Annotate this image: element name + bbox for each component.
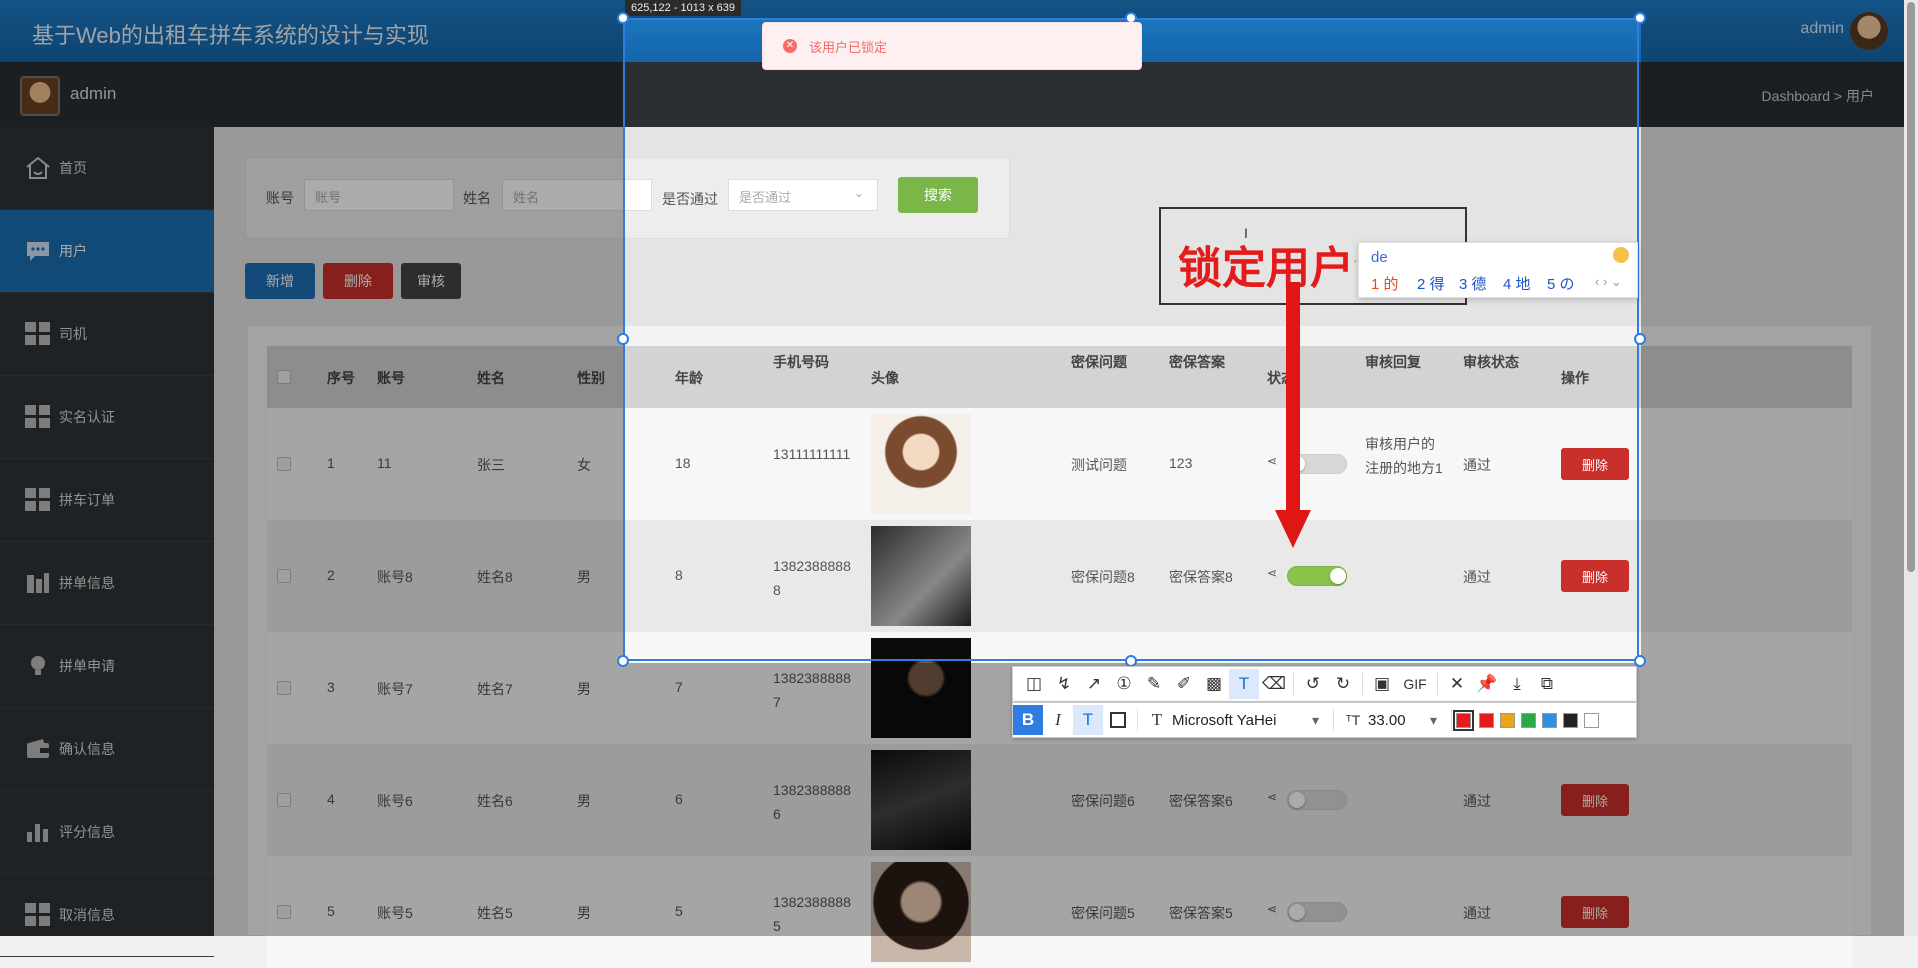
marker-tool-icon[interactable]: ✐ <box>1169 669 1199 699</box>
resize-handle[interactable] <box>1634 333 1646 345</box>
ime-typed-text: de <box>1371 249 1388 266</box>
undo-icon[interactable]: ↺ <box>1298 669 1328 699</box>
text-cursor-icon: I <box>1244 225 1248 241</box>
dim-overlay <box>1641 0 1918 936</box>
font-icon: T <box>1151 710 1163 729</box>
dim-overlay <box>0 0 623 936</box>
screenshot-toolbar: ◫ ↯ ↗ ① ✎ ✐ ▩ T ⌫ ↺ ↻ ▣ GIF ✕ 📌 ⤓ ⧉ <box>1012 666 1637 702</box>
download-icon[interactable]: ⤓ <box>1502 669 1532 699</box>
italic-icon[interactable]: I <box>1043 705 1073 735</box>
font-family-select[interactable]: Microsoft YaHei <box>1172 712 1312 729</box>
ime-candidate-popup: de 1 的 2 得 3 德 4 地 5 の ‹ › ⌄ <box>1358 242 1638 298</box>
ime-candidate[interactable]: 1 的 <box>1371 273 1399 294</box>
color-swatch[interactable] <box>1521 712 1537 728</box>
scrollbar-thumb[interactable] <box>1907 2 1915 572</box>
color-swatch[interactable] <box>1500 712 1516 728</box>
text-outline-icon[interactable]: T <box>1073 705 1103 735</box>
chevron-down-icon[interactable]: ▾ <box>1312 712 1319 729</box>
pin-icon[interactable]: 📌 <box>1472 669 1502 699</box>
error-toast: ✕ 该用户已锁定 <box>762 22 1142 70</box>
annotation-text[interactable]: 锁定用户注册 <box>1178 232 1356 296</box>
copy-icon[interactable]: ⧉ <box>1532 669 1562 699</box>
pen-tool-icon[interactable]: ✎ <box>1139 669 1169 699</box>
capture-selection[interactable] <box>623 18 1639 661</box>
ime-candidate[interactable]: 3 德 <box>1459 273 1487 294</box>
color-swatch[interactable] <box>1479 712 1495 728</box>
ime-candidate[interactable]: 5 の <box>1547 273 1575 294</box>
arrow-head-icon <box>1275 510 1311 548</box>
color-swatch[interactable] <box>1563 712 1579 728</box>
ime-page-arrows-icon[interactable]: ‹ › ⌄ <box>1595 274 1622 290</box>
curve-tool-icon[interactable]: ↯ <box>1049 669 1079 699</box>
shape-tool-icon[interactable]: ◫ <box>1019 669 1049 699</box>
ocr-icon[interactable]: ▣ <box>1367 669 1397 699</box>
close-icon[interactable]: ✕ <box>1442 669 1472 699</box>
text-style-toolbar: B I T T Microsoft YaHei ▾ ᵀT 33.00 ▾ <box>1012 702 1637 738</box>
font-size-icon: ᵀT <box>1345 712 1361 728</box>
page-scrollbar[interactable] <box>1904 0 1918 936</box>
number-tool-icon[interactable]: ① <box>1109 669 1139 699</box>
font-size-input[interactable]: 33.00 <box>1368 712 1430 729</box>
color-swatch[interactable] <box>1584 712 1600 728</box>
selection-size-badge: 625,122 - 1013 x 639 <box>625 0 741 16</box>
mosaic-tool-icon[interactable]: ▩ <box>1199 669 1229 699</box>
text-background-icon[interactable] <box>1103 705 1133 735</box>
chevron-down-icon[interactable]: ▾ <box>1430 712 1437 729</box>
resize-handle[interactable] <box>617 655 629 667</box>
ime-candidate[interactable]: 4 地 <box>1503 273 1531 294</box>
ime-logo-icon <box>1613 247 1629 263</box>
resize-handle[interactable] <box>617 333 629 345</box>
annotation-arrow[interactable] <box>1286 282 1300 518</box>
color-swatch[interactable] <box>1542 712 1558 728</box>
resize-handle[interactable] <box>617 12 629 24</box>
resize-handle[interactable] <box>1634 12 1646 24</box>
toast-message: 该用户已锁定 <box>809 39 888 55</box>
arrow-tool-icon[interactable]: ↗ <box>1079 669 1109 699</box>
gif-button[interactable]: GIF <box>1397 669 1433 699</box>
error-icon: ✕ <box>783 39 797 53</box>
color-palette <box>1453 709 1605 731</box>
color-swatch[interactable] <box>1453 709 1475 731</box>
bold-icon[interactable]: B <box>1013 705 1043 735</box>
eraser-tool-icon[interactable]: ⌫ <box>1259 669 1289 699</box>
redo-icon[interactable]: ↻ <box>1328 669 1358 699</box>
text-tool-icon[interactable]: T <box>1229 669 1259 699</box>
ime-candidate[interactable]: 2 得 <box>1417 273 1445 294</box>
